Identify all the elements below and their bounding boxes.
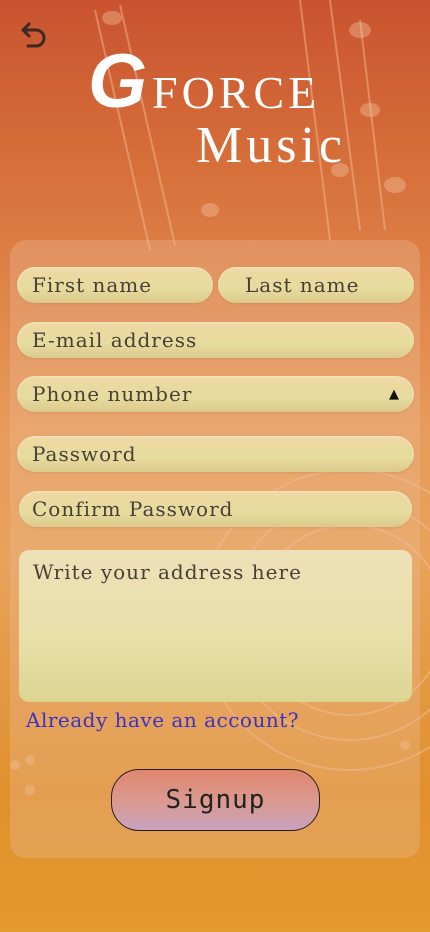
password-input[interactable]: Password	[17, 436, 414, 472]
phone-number-placeholder: Phone number	[32, 382, 193, 406]
last-name-placeholder: Last name	[245, 273, 360, 297]
address-textarea[interactable]: Write your address here	[19, 550, 412, 702]
password-placeholder: Password	[32, 442, 137, 466]
first-name-placeholder: First name	[32, 273, 153, 297]
address-placeholder: Write your address here	[33, 560, 302, 584]
phone-number-select[interactable]: Phone number ▲	[17, 376, 414, 412]
logo-force-text: FORCE	[152, 67, 321, 118]
last-name-input[interactable]: Last name	[218, 267, 414, 303]
undo-arrow-icon	[21, 22, 46, 48]
logo-letter-g: G	[88, 39, 147, 124]
back-button[interactable]	[16, 18, 50, 52]
signup-button-label: Signup	[165, 785, 266, 815]
signup-button[interactable]: Signup	[111, 769, 320, 831]
caret-up-icon: ▲	[389, 386, 400, 402]
login-link[interactable]: Already have an account?	[26, 708, 299, 732]
confirm-password-input[interactable]: Confirm Password	[19, 491, 412, 527]
first-name-input[interactable]: First name	[17, 267, 213, 303]
confirm-password-placeholder: Confirm Password	[32, 497, 234, 521]
email-placeholder: E-mail address	[32, 328, 198, 352]
email-input[interactable]: E-mail address	[17, 322, 414, 358]
logo-music-text: Music	[196, 117, 346, 174]
